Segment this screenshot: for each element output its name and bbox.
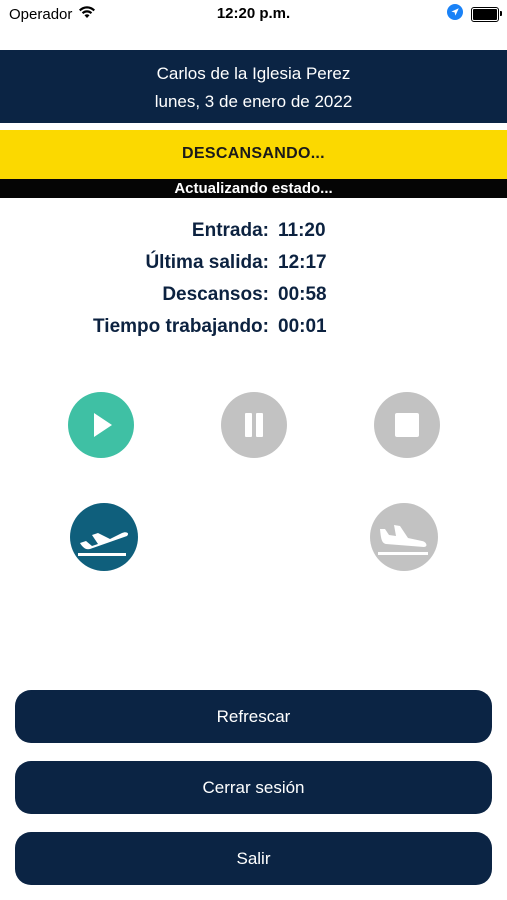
stop-button[interactable]	[374, 392, 440, 458]
breaks-value: 00:58	[278, 284, 327, 305]
start-button[interactable]	[68, 392, 134, 458]
user-name: Carlos de la Iglesia Perez	[156, 64, 351, 83]
current-date: lunes, 3 de enero de 2022	[154, 92, 353, 111]
status-label: DESCANSANDO...	[182, 145, 325, 162]
refresh-button[interactable]: Refrescar	[15, 690, 492, 743]
last-exit-row: Última salida: 12:17	[0, 246, 507, 278]
last-exit-label: Última salida:	[145, 252, 269, 273]
status-icons	[447, 4, 502, 25]
location-icon	[447, 4, 463, 25]
status-bar: Operador 12:20 p.m.	[0, 0, 507, 30]
time-summary: Entrada: 11:20 Última salida: 12:17 Desc…	[0, 214, 507, 342]
airplane-arrival-icon	[378, 525, 428, 555]
breaks-label: Descansos:	[162, 284, 269, 305]
entry-row: Entrada: 11:20	[0, 214, 507, 246]
entry-label: Entrada:	[191, 220, 269, 241]
pause-button[interactable]	[221, 392, 287, 458]
logout-button[interactable]: Cerrar sesión	[15, 761, 492, 814]
battery-icon	[471, 7, 502, 22]
worked-time-row: Tiempo trabajando: 00:01	[0, 310, 507, 342]
exit-button[interactable]: Salir	[15, 832, 492, 885]
status-banner: DESCANSANDO...	[0, 130, 507, 179]
user-header: Carlos de la Iglesia Perez lunes, 3 de e…	[0, 50, 507, 123]
updating-label: Actualizando estado...	[0, 179, 507, 198]
departure-button[interactable]	[70, 503, 138, 571]
last-exit-value: 12:17	[278, 252, 327, 273]
airplane-departure-icon	[78, 532, 129, 556]
arrival-button[interactable]	[370, 503, 438, 571]
pause-icon	[245, 413, 263, 437]
play-icon	[94, 413, 112, 437]
breaks-row: Descansos: 00:58	[0, 278, 507, 310]
worked-time-label: Tiempo trabajando:	[93, 316, 269, 337]
stop-icon	[395, 413, 419, 437]
entry-value: 11:20	[278, 220, 326, 241]
worked-time-value: 00:01	[278, 316, 327, 337]
clock: 12:20 p.m.	[216, 5, 291, 22]
